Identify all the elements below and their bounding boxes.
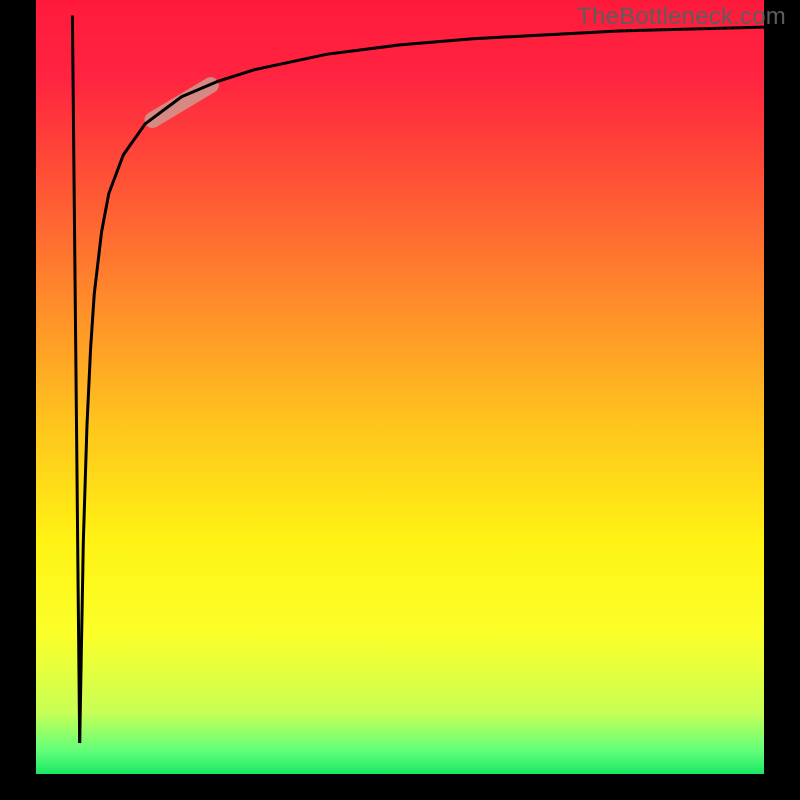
- watermark-text: TheBottleneck.com: [577, 3, 786, 31]
- chart-container: TheBottleneck.com: [0, 0, 800, 800]
- frame-bottom: [0, 774, 800, 800]
- frame-right: [764, 0, 800, 800]
- bottleneck-chart: [0, 0, 800, 800]
- frame-left: [0, 0, 36, 800]
- plot-background-gradient: [36, 0, 764, 774]
